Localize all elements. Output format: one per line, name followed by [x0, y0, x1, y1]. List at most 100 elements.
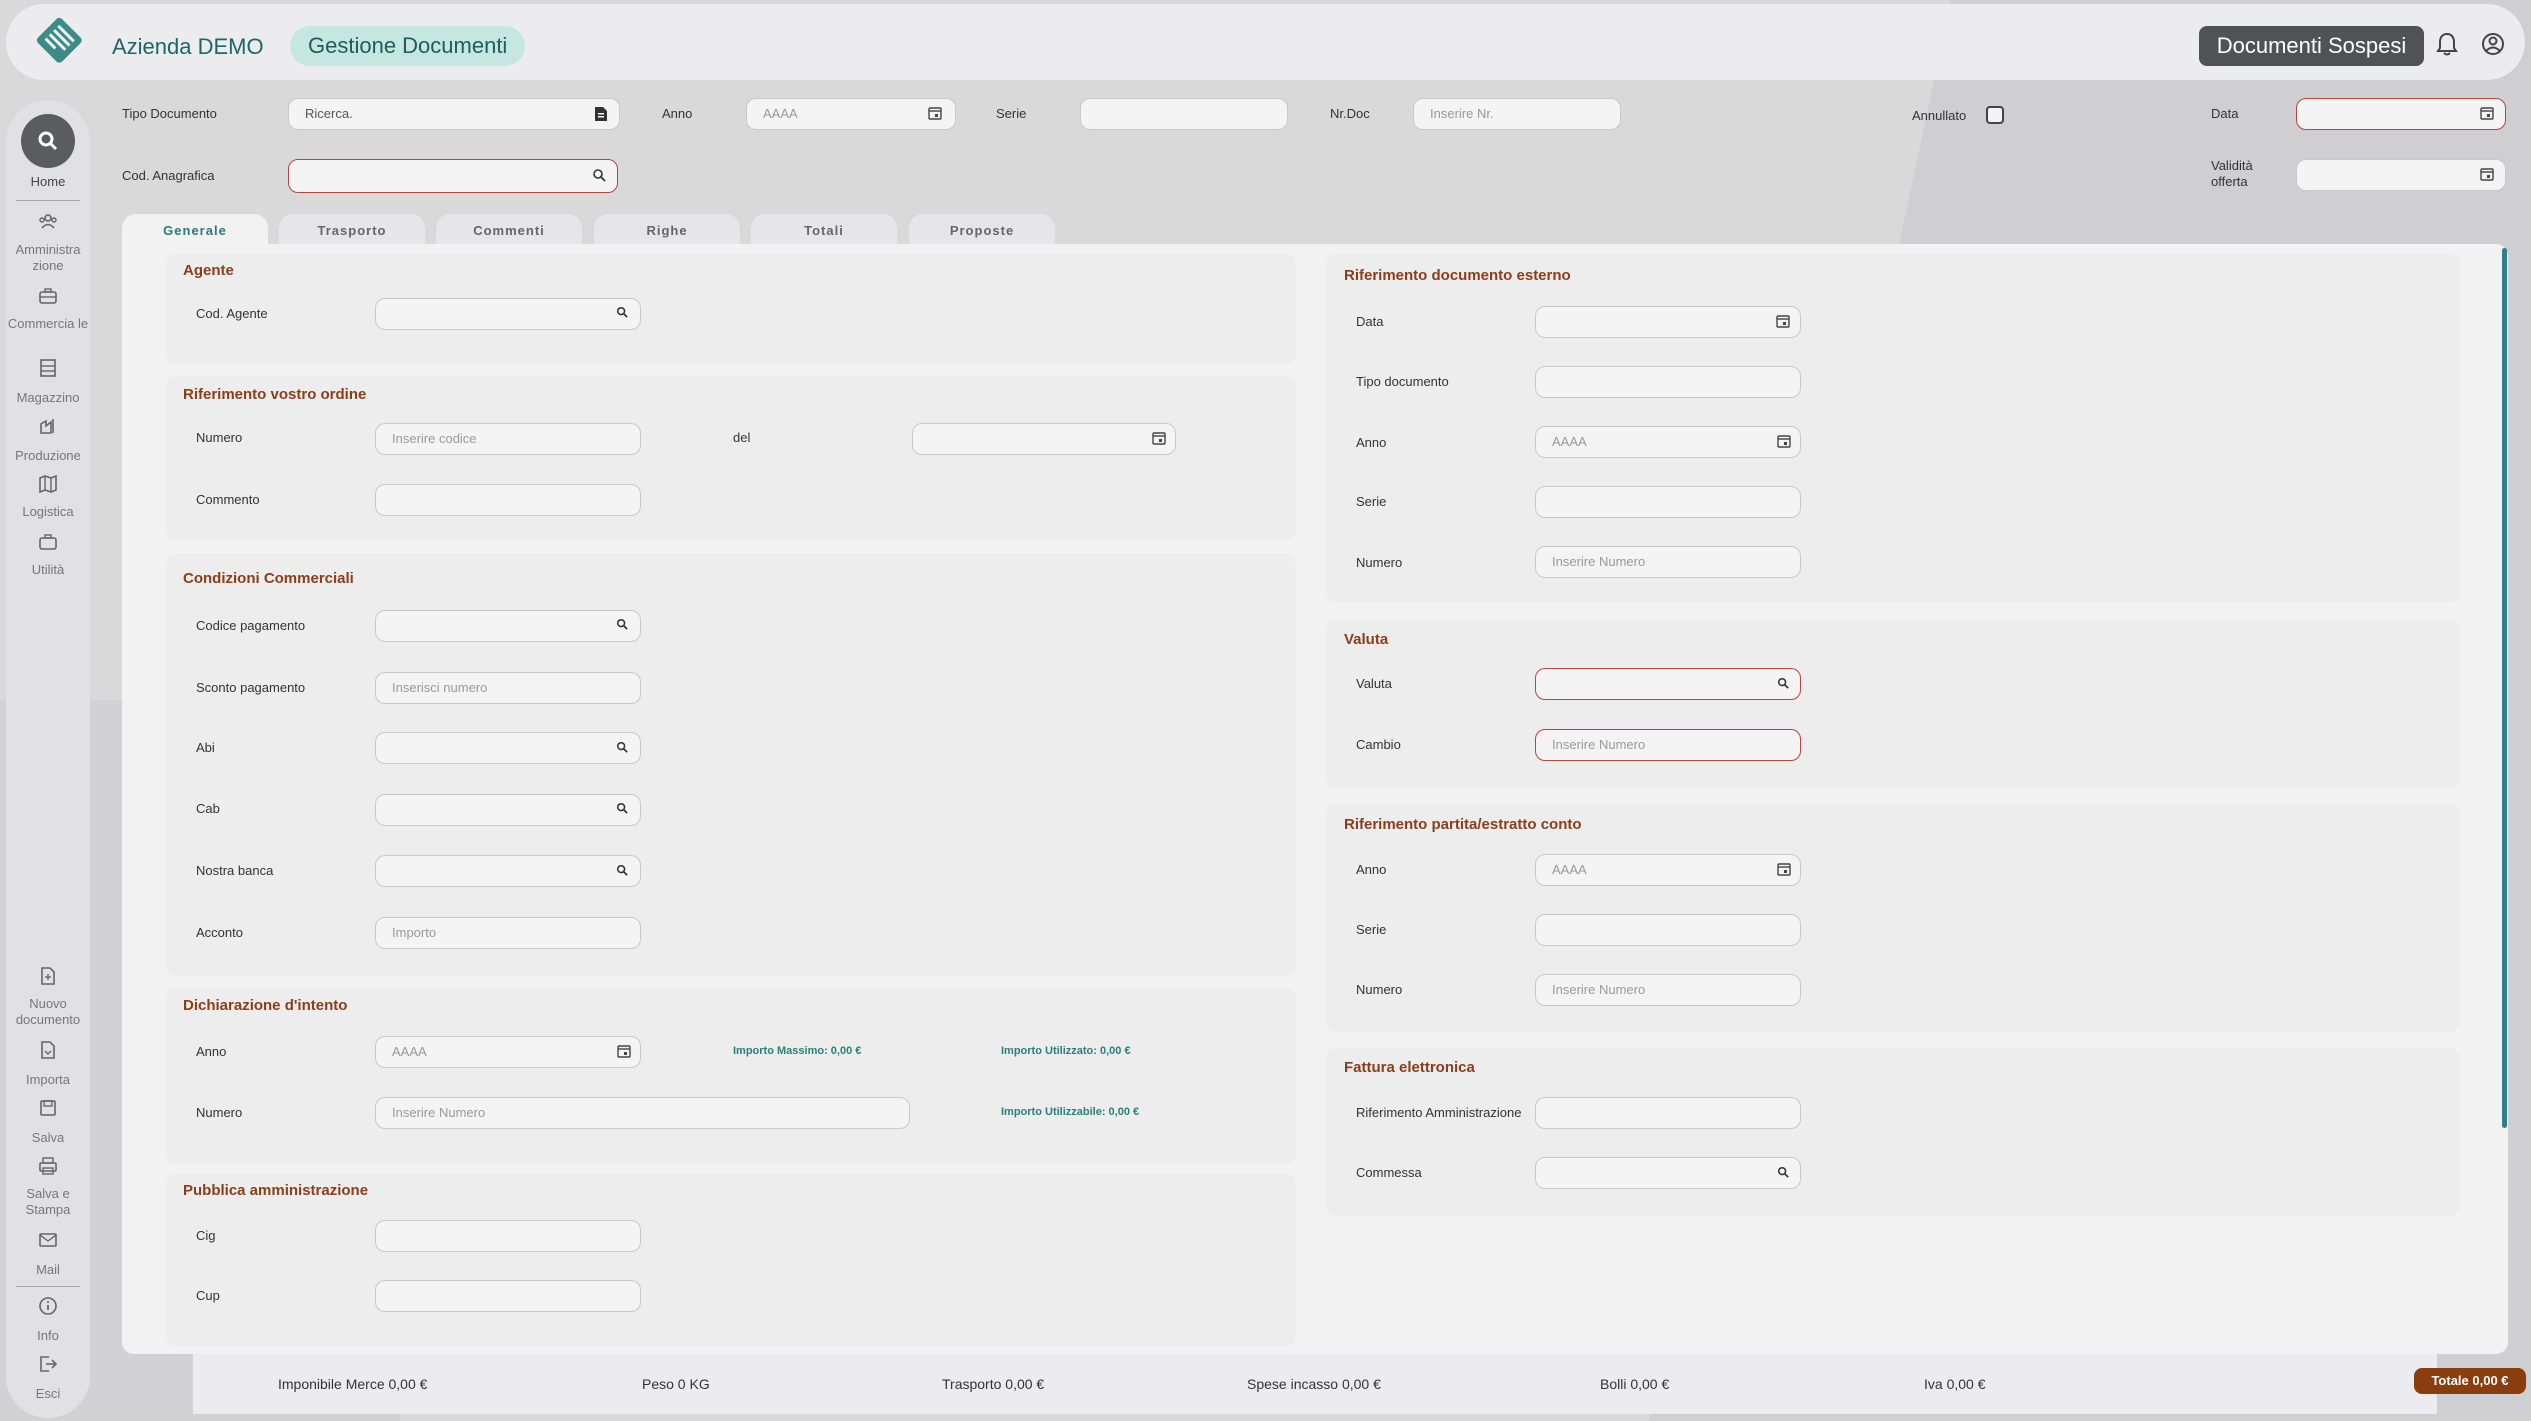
sidebar-action-importa[interactable]: Importa: [6, 1072, 90, 1088]
acconto-input[interactable]: Importo: [375, 917, 641, 949]
cup-input[interactable]: [375, 1280, 641, 1312]
sidebar-item-produzione[interactable]: Produzione: [6, 448, 90, 464]
sidebar-action-mail[interactable]: Mail: [6, 1262, 90, 1278]
tab-proposte[interactable]: Proposte: [909, 214, 1055, 246]
commento-input[interactable]: [375, 484, 641, 516]
map-icon[interactable]: [38, 474, 58, 494]
search-icon[interactable]: [616, 306, 628, 318]
tab-generale[interactable]: Generale: [122, 214, 268, 246]
tab-trasporto[interactable]: Trasporto: [279, 214, 425, 246]
del-date-input[interactable]: [912, 423, 1176, 455]
numero-ordine-input[interactable]: Inserire codice: [375, 423, 641, 455]
cab-input[interactable]: [375, 794, 641, 826]
print-icon[interactable]: [38, 1156, 58, 1176]
dichiarazione-anno-input[interactable]: AAAA: [375, 1036, 641, 1068]
user-account-icon[interactable]: [2481, 32, 2505, 56]
sidebar-item-amministrazione[interactable]: Amministra zione: [6, 242, 90, 274]
info-icon[interactable]: [38, 1296, 58, 1316]
search-icon[interactable]: [1777, 1166, 1789, 1178]
totale-badge: Totale 0,00 €: [2414, 1368, 2526, 1394]
partita-anno-input[interactable]: AAAA: [1535, 854, 1801, 886]
home-button[interactable]: [21, 114, 75, 168]
warehouse-icon[interactable]: [38, 358, 58, 378]
sidebar-action-info[interactable]: Info: [6, 1328, 90, 1344]
calendar-icon[interactable]: [617, 1044, 631, 1058]
calendar-icon[interactable]: [1777, 862, 1791, 876]
validita-input[interactable]: [2296, 159, 2506, 191]
sidebar-item-utilita[interactable]: Utilità: [6, 562, 90, 578]
toolbox-icon[interactable]: [38, 532, 58, 552]
tab-righe[interactable]: Righe: [594, 214, 740, 246]
people-icon[interactable]: [38, 212, 58, 232]
commessa-input[interactable]: [1535, 1157, 1801, 1189]
partita-serie-input[interactable]: [1535, 914, 1801, 946]
cod-anagrafica-input[interactable]: [288, 159, 618, 193]
tab-commenti[interactable]: Commenti: [436, 214, 582, 246]
sidebar-item-magazzino[interactable]: Magazzino: [6, 390, 90, 406]
cod-agente-input[interactable]: [375, 298, 641, 330]
search-icon[interactable]: [616, 618, 628, 630]
calendar-icon[interactable]: [1777, 434, 1791, 448]
calendar-icon[interactable]: [2480, 167, 2494, 181]
dichiarazione-numero-input[interactable]: Inserire Numero: [375, 1097, 910, 1129]
serie-input[interactable]: [1080, 98, 1288, 130]
rif-esterno-data-input[interactable]: [1535, 306, 1801, 338]
sconto-pagamento-label: Sconto pagamento: [196, 680, 306, 695]
cambio-input[interactable]: Inserire Numero: [1535, 729, 1801, 761]
sidebar-action-salva-stampa[interactable]: Salva e Stampa: [6, 1186, 90, 1218]
mail-icon[interactable]: [38, 1230, 58, 1250]
search-icon[interactable]: [1777, 677, 1789, 689]
sidebar-item-home[interactable]: Home: [6, 174, 90, 190]
data-input[interactable]: [2296, 98, 2506, 130]
bell-icon[interactable]: [2436, 32, 2458, 56]
rif-esterno-serie-input[interactable]: [1535, 486, 1801, 518]
section-title: Pubblica amministrazione: [183, 1182, 369, 1199]
section-pubblica: [166, 1174, 1296, 1346]
rif-esterno-anno-input[interactable]: AAAA: [1535, 426, 1801, 458]
calendar-icon[interactable]: [1152, 431, 1166, 445]
calendar-icon[interactable]: [1776, 314, 1790, 328]
search-icon[interactable]: [592, 168, 606, 182]
briefcase-icon[interactable]: [38, 286, 58, 306]
partita-numero-input[interactable]: Inserire Numero: [1535, 974, 1801, 1006]
commessa-label: Commessa: [1356, 1165, 1422, 1180]
valuta-input[interactable]: [1535, 668, 1801, 700]
cig-input[interactable]: [375, 1220, 641, 1252]
tipo-documento-label: Tipo Documento: [122, 106, 217, 121]
search-icon[interactable]: [616, 802, 628, 814]
section-title: Dichiarazione d'intento: [183, 997, 348, 1014]
document-icon[interactable]: [594, 106, 608, 122]
sconto-pagamento-input[interactable]: Inserisci numero: [375, 672, 641, 704]
abi-input[interactable]: [375, 732, 641, 764]
sidebar-action-salva[interactable]: Salva: [6, 1130, 90, 1146]
cod-anagrafica-label: Cod. Anagrafica: [122, 168, 215, 183]
rif-esterno-tipo-input[interactable]: [1535, 366, 1801, 398]
sidebar-action-esci[interactable]: Esci: [6, 1386, 90, 1402]
calendar-icon[interactable]: [928, 106, 942, 120]
sidebar-item-commerciale[interactable]: Commercia le: [6, 316, 90, 332]
save-icon[interactable]: [38, 1098, 58, 1118]
scrollbar[interactable]: [2502, 248, 2507, 1128]
sidebar-item-logistica[interactable]: Logistica: [6, 504, 90, 520]
trasporto: Trasporto 0,00 €: [942, 1376, 1045, 1392]
factory-icon[interactable]: [38, 416, 58, 436]
codice-pagamento-input[interactable]: [375, 610, 641, 642]
calendar-icon[interactable]: [2480, 106, 2494, 120]
nostra-banca-input[interactable]: [375, 855, 641, 887]
nrdoc-input[interactable]: Inserire Nr.: [1413, 98, 1621, 130]
documenti-sospesi-button[interactable]: Documenti Sospesi: [2199, 26, 2424, 66]
tipo-documento-input[interactable]: Ricerca.: [288, 98, 620, 130]
rif-amministrazione-input[interactable]: [1535, 1097, 1801, 1129]
search-icon[interactable]: [616, 864, 628, 876]
logout-icon[interactable]: [38, 1354, 58, 1374]
search-icon[interactable]: [616, 741, 628, 753]
anno-input[interactable]: AAAA: [746, 98, 956, 130]
tab-totali[interactable]: Totali: [751, 214, 897, 246]
sidebar-action-nuovo-documento[interactable]: Nuovo documento: [6, 996, 90, 1028]
new-document-icon[interactable]: [38, 966, 58, 986]
import-icon[interactable]: [38, 1040, 58, 1060]
section-fattura: [1326, 1048, 2460, 1216]
annullato-checkbox[interactable]: [1986, 106, 2004, 124]
rif-esterno-numero-input[interactable]: Inserire Numero: [1535, 546, 1801, 578]
section-condizioni: [166, 554, 1296, 976]
